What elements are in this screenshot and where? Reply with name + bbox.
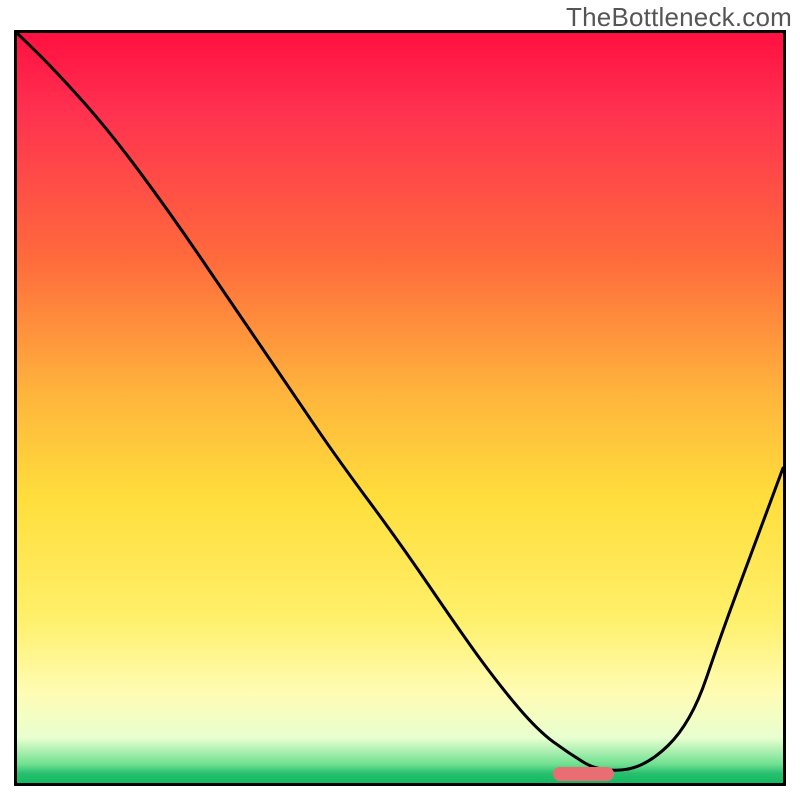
chart-container: TheBottleneck.com [0, 0, 800, 800]
plot-area [14, 30, 786, 786]
watermark-text: TheBottleneck.com [566, 2, 792, 33]
optimal-marker [553, 767, 614, 781]
curve-path [17, 33, 783, 770]
line-curve [17, 33, 783, 783]
